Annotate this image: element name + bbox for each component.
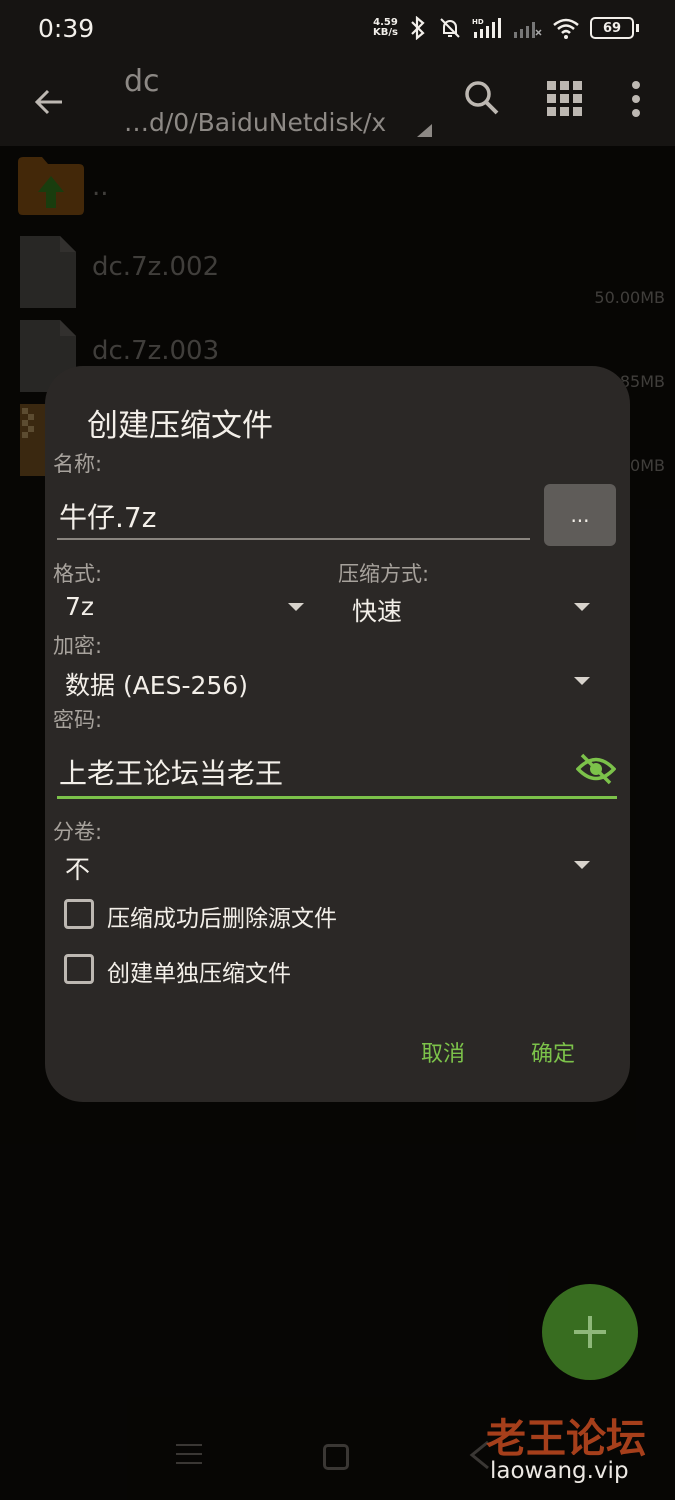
name-label: 名称: [53,452,103,476]
volume-label: 分卷: [53,820,103,844]
nav-recents-icon[interactable] [176,1444,202,1471]
wifi-icon [553,18,579,39]
folder-path[interactable]: …d/0/BaiduNetdisk/x [124,108,386,137]
encryption-dropdown-icon [574,677,590,685]
svg-text:HD: HD [472,18,484,26]
net-speed: 4.59 KB/s [373,17,398,38]
mute-bell-icon [440,18,460,38]
bluetooth-icon [411,16,425,40]
format-value: 7z [65,592,95,621]
format-dropdown-icon [288,603,304,611]
encryption-label: 加密: [53,634,103,658]
separate-archive-label: 创建单独压缩文件 [107,961,291,987]
status-icons: 4.59 KB/s HD 69 [373,16,639,40]
app-bar: dc …d/0/BaiduNetdisk/x [0,60,675,146]
visibility-off-icon[interactable] [576,752,616,786]
folder-title: dc [124,64,160,99]
battery-indicator: 69 [590,17,634,39]
battery-tip [636,24,639,32]
dialog-title: 创建压缩文件 [87,408,273,444]
cancel-button[interactable]: 取消 [421,1036,465,1068]
more-vert-icon[interactable] [630,80,642,118]
ok-button[interactable]: 确定 [531,1036,575,1068]
password-input-underline [57,796,617,799]
password-input[interactable]: 上老王论坛当老王 [59,752,283,792]
nav-home-icon[interactable] [323,1444,349,1470]
volume-value: 不 [65,855,91,884]
volume-dropdown-icon [574,861,590,869]
status-bar: 0:39 4.59 KB/s HD 69 [0,0,675,60]
separate-archive-checkbox[interactable] [64,954,94,984]
status-time: 0:39 [38,14,95,43]
format-label: 格式: [53,562,103,586]
method-value: 快速 [352,597,403,626]
back-arrow-icon[interactable] [30,82,70,122]
plus-icon [574,1316,606,1348]
method-label: 压缩方式: [338,562,430,586]
signal-weak-icon [514,22,542,38]
watermark-logo-text: 老王论坛 [486,1416,646,1462]
browse-button[interactable]: ... [544,484,616,546]
name-input-underline [57,538,530,540]
method-dropdown-icon [574,603,590,611]
search-icon[interactable] [462,78,502,118]
encryption-value: 数据 (AES-256) [65,671,248,700]
create-archive-dialog: 创建压缩文件 名称: 牛仔.7z ... 格式: 7z 压缩方式: 快速 加密:… [45,366,630,1102]
delete-source-label: 压缩成功后删除源文件 [107,906,337,932]
delete-source-checkbox[interactable] [64,899,94,929]
watermark-url: laowang.vip [490,1458,629,1484]
path-dropdown-icon[interactable] [414,122,434,138]
grid-view-icon[interactable] [546,80,584,118]
signal-hd-icon: HD [472,18,501,38]
name-input[interactable]: 牛仔.7z [59,496,156,536]
password-label: 密码: [53,708,103,732]
add-fab-button[interactable] [542,1284,638,1380]
